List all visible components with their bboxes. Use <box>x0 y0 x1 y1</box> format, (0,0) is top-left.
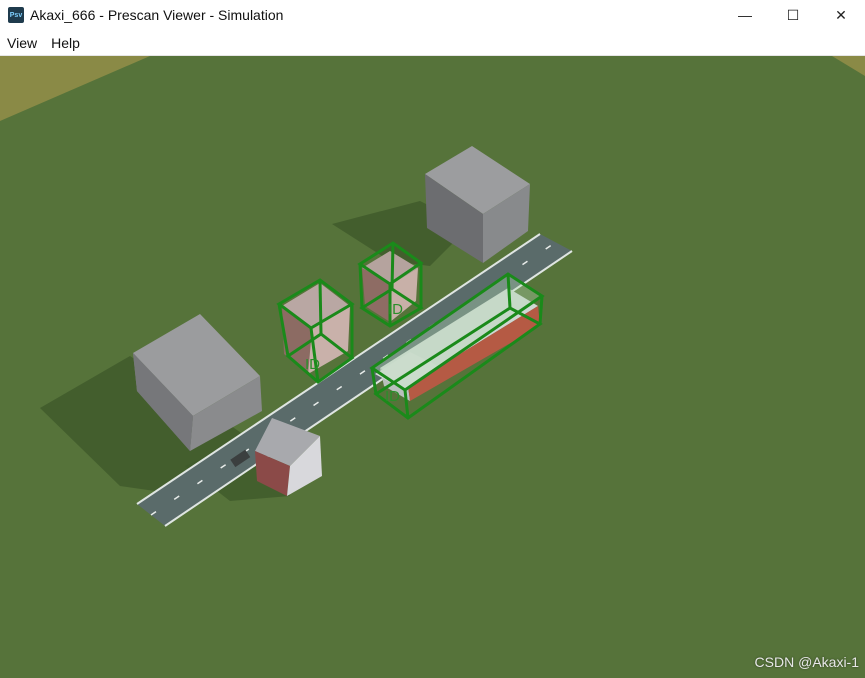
minimize-button[interactable]: — <box>721 0 769 30</box>
ground-edge-right <box>832 56 865 76</box>
object-id-label: ID <box>305 356 320 373</box>
ground-edge-left <box>0 56 150 121</box>
object-id-label: ID <box>388 301 403 318</box>
menu-bar: View Help <box>0 30 865 56</box>
watermark: CSDN @Akaxi-1 <box>754 654 859 670</box>
app-icon: Psv <box>8 7 24 23</box>
window-title: Akaxi_666 - Prescan Viewer - Simulation <box>30 7 284 23</box>
window-controls: — ☐ ✕ <box>721 0 865 30</box>
maximize-button[interactable]: ☐ <box>769 0 817 30</box>
simulation-viewport[interactable]: ID ID ID CSDN @Akaxi-1 <box>0 56 865 678</box>
menu-view[interactable]: View <box>0 35 44 51</box>
object-id-label: ID <box>385 388 400 405</box>
close-button[interactable]: ✕ <box>817 0 865 30</box>
title-bar: Psv Akaxi_666 - Prescan Viewer - Simulat… <box>0 0 865 30</box>
scene-canvas: ID ID ID <box>0 56 865 527</box>
menu-help[interactable]: Help <box>44 35 87 51</box>
